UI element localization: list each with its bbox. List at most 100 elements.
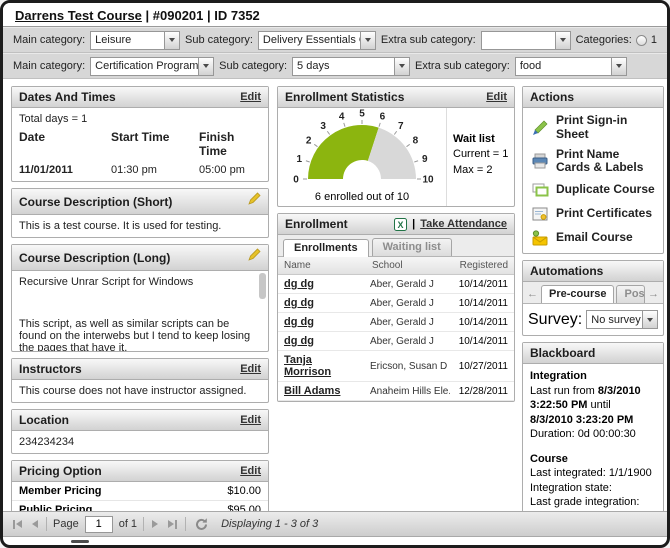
content-area: Dates And Times Edit Total days = 1 Date… [3, 79, 667, 511]
first-page-icon[interactable] [11, 520, 24, 529]
print-sign-in-sheet-button[interactable]: Print Sign-in Sheet [525, 111, 661, 145]
svg-text:5: 5 [359, 109, 365, 120]
long-description-paragraph: This script, as well as similar scripts … [19, 318, 254, 351]
dates-edit-link[interactable]: Edit [240, 91, 261, 103]
category-row-2: Main category: Certification Programs Su… [3, 53, 667, 79]
svg-text:8: 8 [413, 136, 419, 147]
panel-title: Blackboard [530, 346, 595, 360]
tab-enrollments[interactable]: Enrollments [283, 239, 369, 257]
printer-icon [530, 152, 550, 170]
last-page-icon[interactable] [166, 520, 179, 529]
finish-time-column-header: Finish Time [199, 130, 261, 158]
chevron-down-icon[interactable] [642, 311, 657, 328]
pagination-status: Displaying 1 - 3 of 3 [221, 518, 318, 530]
chevron-down-icon[interactable] [394, 58, 409, 75]
automations-tabbar: ← Pre-course Post-course → [523, 282, 663, 304]
pencil-icon[interactable] [247, 248, 261, 267]
student-name-link[interactable]: Tanja Morrison [278, 354, 366, 378]
tab-scroll-right-icon[interactable]: → [647, 288, 660, 303]
excel-export-icon[interactable]: X [394, 218, 407, 231]
separator: | [412, 218, 415, 230]
next-page-icon[interactable] [150, 520, 160, 528]
long-description-paragraph: Recursive Unrar Script for Windows [19, 276, 254, 288]
sub-category-label: Sub category: [185, 34, 253, 46]
chevron-down-icon[interactable] [164, 32, 179, 49]
panel-title: Actions [530, 90, 574, 104]
course-title-link[interactable]: Darrens Test Course [15, 8, 142, 23]
duration-text: Duration: 0d 00:00:30 [530, 427, 656, 442]
last-run-text: Last run from 8/3/2010 3:22:50 PM until … [530, 384, 656, 428]
course-window: Darrens Test Course | #090201 | ID 7352 … [0, 0, 670, 548]
tab-pre-course[interactable]: Pre-course [541, 285, 614, 303]
chevron-down-icon[interactable] [198, 58, 213, 75]
enrollment-tabbar: Enrollments Waiting list [278, 235, 514, 257]
duplicate-icon [530, 181, 550, 199]
prev-page-icon[interactable] [30, 520, 40, 528]
email-course-button[interactable]: Email Course [525, 226, 661, 250]
svg-text:7: 7 [398, 121, 404, 132]
date-column-header: Date [19, 130, 111, 158]
main-category-label: Main category: [13, 60, 85, 72]
svg-text:1: 1 [296, 154, 302, 165]
student-name-link[interactable]: Bill Adams [278, 385, 366, 397]
duplicate-course-button[interactable]: Duplicate Course [525, 178, 661, 202]
tab-waiting-list[interactable]: Waiting list [372, 238, 452, 256]
sub-category-select-1[interactable]: Delivery Essentials On I [258, 31, 376, 50]
refresh-icon[interactable] [192, 517, 211, 532]
stats-edit-link[interactable]: Edit [486, 91, 507, 103]
extra-sub-category-select-1[interactable] [481, 31, 571, 50]
chevron-down-icon[interactable] [360, 32, 375, 49]
course-id-text: | #090201 | ID 7352 [142, 8, 260, 23]
student-name-link[interactable]: dg dg [278, 335, 366, 347]
panel-title: Pricing Option [19, 464, 102, 478]
enrollment-panel: Enrollment X | Take Attendance Enrollmen… [277, 213, 515, 402]
student-name-link[interactable]: dg dg [278, 316, 366, 328]
panel-title: Course Description (Long) [19, 251, 170, 265]
main-category-select-1[interactable]: Leisure [90, 31, 180, 50]
categories-radio[interactable] [636, 35, 647, 46]
enrollment-table-header: Name School Registered [278, 257, 514, 275]
category-row-1: Main category: Leisure Sub category: Del… [3, 27, 667, 53]
panel-title: Location [19, 413, 69, 427]
total-days-text: Total days = 1 [19, 113, 261, 125]
categories-count: 1 [651, 34, 657, 46]
name-column-header[interactable]: Name [278, 260, 366, 271]
location-edit-link[interactable]: Edit [240, 414, 261, 426]
scrollbar-thumb[interactable] [259, 273, 266, 299]
waitlist-summary: Wait list Current = 1 Max = 2 [446, 108, 514, 206]
course-description-long-panel: Course Description (Long) Recursive Unra… [11, 244, 269, 352]
main-category-select-2[interactable]: Certification Programs [90, 57, 214, 76]
take-attendance-link[interactable]: Take Attendance [420, 218, 507, 230]
pencil-icon[interactable] [247, 192, 261, 211]
main-category-label: Main category: [13, 34, 85, 46]
survey-select[interactable]: No survey selected [586, 310, 658, 329]
school-column-header[interactable]: School [366, 260, 450, 271]
instructors-panel: Instructors Edit This course does not ha… [11, 358, 269, 403]
student-name-link[interactable]: dg dg [278, 297, 366, 309]
print-certificates-button[interactable]: Print Certificates [525, 202, 661, 226]
enrollment-gauge: 012345678910 [282, 105, 442, 190]
tab-scroll-left-icon[interactable]: ← [526, 288, 539, 303]
pricing-option-panel: Pricing Option Edit Member Pricing $10.0… [11, 460, 269, 511]
registered-column-header[interactable]: Registered [450, 260, 514, 271]
tab-post-course[interactable]: Post-course [616, 285, 645, 303]
bb-course-line: Last integrated: 1/1/1900 [530, 466, 656, 481]
svg-text:9: 9 [422, 154, 428, 165]
extra-sub-category-select-2[interactable]: food [515, 57, 627, 76]
gauge-caption: 6 enrolled out of 10 [315, 191, 409, 203]
blackboard-panel: Blackboard Integration Last run from 8/3… [522, 342, 664, 511]
instructors-edit-link[interactable]: Edit [240, 363, 261, 375]
scrollbar-dash[interactable] [71, 540, 89, 543]
sub-category-select-2[interactable]: 5 days [292, 57, 410, 76]
extra-sub-category-label: Extra sub category: [415, 60, 510, 72]
pricing-edit-link[interactable]: Edit [240, 465, 261, 477]
student-name-link[interactable]: dg dg [278, 278, 366, 290]
chevron-down-icon[interactable] [555, 32, 570, 49]
extra-sub-category-label: Extra sub category: [381, 34, 476, 46]
finish-time-value: 05:00 pm [199, 164, 261, 176]
print-name-cards-button[interactable]: Print Name Cards & Labels [525, 145, 661, 179]
page-number-input[interactable] [85, 516, 113, 533]
start-time-value: 01:30 pm [111, 164, 199, 176]
page-of-label: of 1 [119, 518, 137, 530]
chevron-down-icon[interactable] [611, 58, 626, 75]
